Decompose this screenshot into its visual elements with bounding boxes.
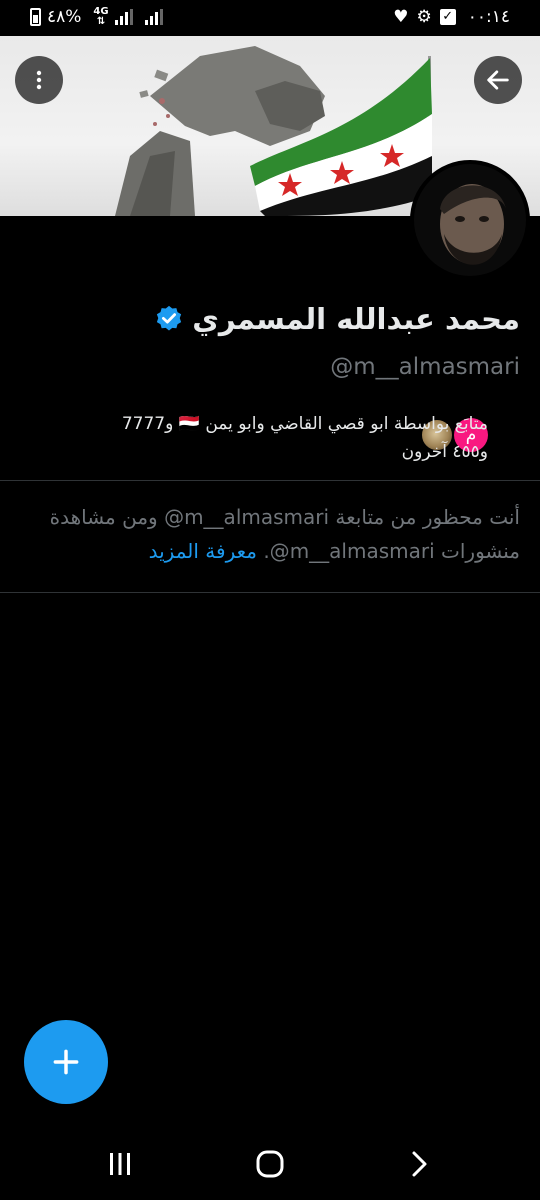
blocked-notice-line-2: منشورات m__almasmari@. معرفة المزيد [148,539,520,563]
compose-button[interactable] [24,1020,108,1104]
divider-bottom [0,592,540,593]
nav-recents-button[interactable] [90,1144,150,1184]
signal-2-icon [144,9,163,25]
more-vertical-icon [36,70,42,90]
heart-icon: ♥ [393,7,409,27]
signal-icon [114,9,133,25]
followed-by-line-2: و٤٥٥ آخرون [401,442,488,462]
home-icon [256,1150,284,1178]
blocked-notice-line-1: أنت محظور من متابعة m__almasmari@ ومن مش… [49,505,520,529]
recents-icon [110,1153,130,1175]
chevron-right-icon [412,1151,427,1177]
battery-icon [30,8,41,26]
status-bar-left: ٤٨% 4G ⇅ [30,7,163,27]
clock-time: ٠٠:١٤ [467,7,510,27]
system-nav-bar [0,1128,540,1200]
status-bar-right: ♥ ⚙ ✓ ٠٠:١٤ [393,7,510,27]
more-button[interactable] [15,56,63,104]
battery-percent: ٤٨% [47,7,82,27]
check-icon: ✓ [439,9,456,25]
profile-name-row: محمد عبدالله المسمري [154,302,520,336]
followed-by-text[interactable]: متابَع بواسطة ابو قصي القاضي وابو يمن 🇾🇪… [18,410,488,466]
profile-handle: @m__almasmari [330,354,520,380]
verified-badge-icon[interactable] [154,304,184,334]
status-bar: ٤٨% 4G ⇅ ♥ ⚙ ✓ ٠٠:١٤ [0,0,540,36]
blocked-notice: أنت محظور من متابعة m__almasmari@ ومن مش… [20,500,520,568]
arrow-left-icon [487,70,509,90]
gear-icon: ⚙ [416,7,432,27]
nav-back-button[interactable] [390,1144,450,1184]
divider-top [0,480,540,481]
avatar-image [414,164,526,276]
profile-name: محمد عبدالله المسمري [192,302,520,336]
followed-by-line-1: متابَع بواسطة ابو قصي القاضي وابو يمن 🇾🇪… [121,414,488,434]
plus-icon [53,1049,79,1075]
network-type: 4G ⇅ [93,6,109,27]
learn-more-link[interactable]: معرفة المزيد [149,539,257,563]
nav-home-button[interactable] [240,1144,300,1184]
back-button[interactable] [474,56,522,104]
avatar[interactable] [410,160,530,280]
